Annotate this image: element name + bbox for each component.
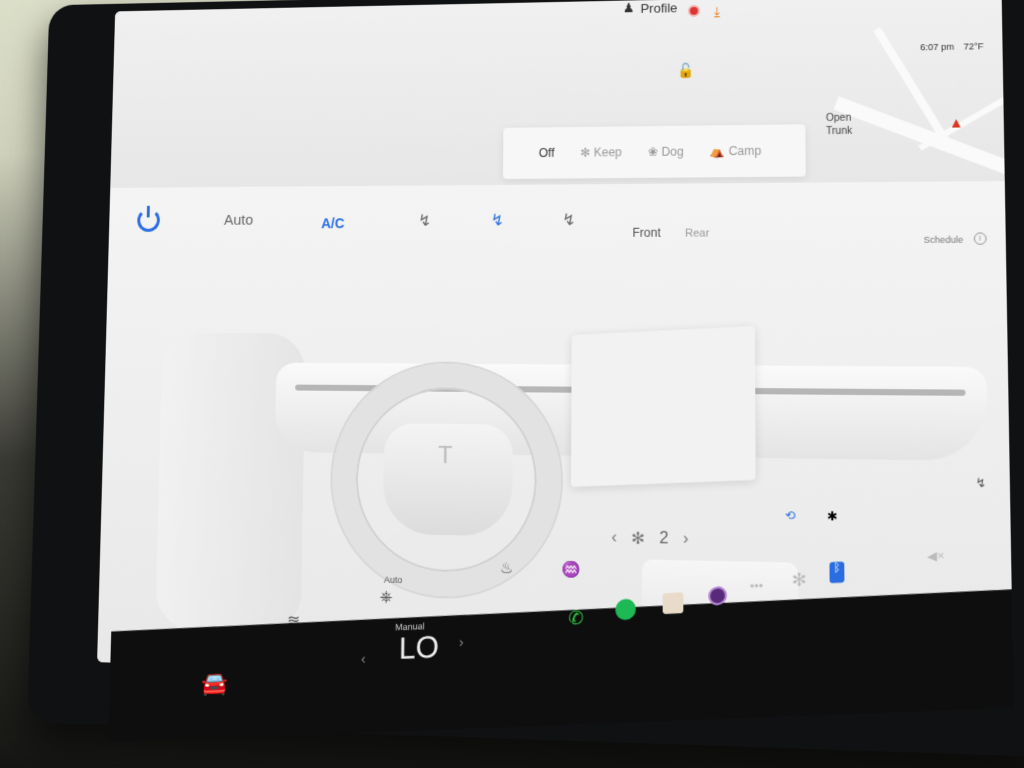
mode-camp-option[interactable]: ⛺ Camp bbox=[710, 144, 761, 159]
camera-icon[interactable] bbox=[708, 585, 727, 606]
sentry-mode-icon[interactable] bbox=[687, 4, 700, 17]
steering-heat-auto-label: Auto bbox=[383, 574, 403, 586]
fan-speed-value: 2 bbox=[659, 529, 669, 548]
display-bezel: ♟ Profile ⤓ 6:07 pm 72°F 🔓 Open Trunk ▲ … bbox=[27, 0, 1024, 757]
mode-keep-option[interactable]: ✻ Keep bbox=[580, 145, 621, 159]
tent-icon: ⛺ bbox=[709, 144, 726, 159]
fresh-air-icon[interactable]: ✱ bbox=[827, 509, 838, 524]
recirculate-icon[interactable]: ⟲ bbox=[785, 508, 796, 523]
ac-button[interactable]: A/C bbox=[321, 215, 345, 231]
mode-keep-label: Keep bbox=[593, 145, 622, 160]
fan-speed-control: ‹ ✻ 2 › bbox=[611, 528, 688, 550]
front-defrost-icon[interactable]: ♨ bbox=[500, 559, 514, 578]
cabin-temperature-value[interactable]: LO bbox=[399, 630, 439, 667]
steering-wheel-heat-icon[interactable]: ⎈ bbox=[380, 589, 393, 608]
auto-button[interactable]: Auto bbox=[224, 212, 254, 229]
mode-camp-label: Camp bbox=[728, 143, 762, 159]
profile-label: Profile bbox=[640, 0, 678, 16]
phone-icon[interactable]: ✆ bbox=[568, 607, 583, 629]
info-icon[interactable]: i bbox=[973, 232, 987, 245]
person-icon: ♟ bbox=[622, 0, 635, 16]
climate-toolbar: Auto A/C ↯ ↯ ↯ Front Rear Schedule i bbox=[109, 197, 1006, 245]
climate-fan-icon[interactable]: ✻ bbox=[792, 570, 807, 592]
clock: 6:07 pm bbox=[920, 41, 955, 53]
more-apps-icon[interactable]: ••• bbox=[750, 578, 763, 593]
car-icon[interactable]: 🚘 bbox=[201, 670, 228, 698]
fan-icon: ✻ bbox=[631, 530, 645, 549]
center-display-shape bbox=[570, 325, 756, 487]
temperature-decrease-icon[interactable]: ‹ bbox=[361, 650, 366, 667]
airflow-face-icon[interactable]: ↯ bbox=[418, 211, 431, 231]
power-icon[interactable] bbox=[137, 208, 161, 232]
rear-defrost-icon[interactable]: ♒ bbox=[562, 560, 581, 579]
map-view[interactable]: ♟ Profile ⤓ 6:07 pm 72°F 🔓 Open Trunk ▲ … bbox=[109, 0, 1014, 202]
open-trunk-button[interactable]: Open Trunk bbox=[826, 112, 852, 138]
climate-mode-selector: Off ✻ Keep ❀ Dog ⛺ Camp bbox=[502, 124, 806, 179]
unlock-icon[interactable]: 🔓 bbox=[677, 62, 695, 79]
bluetooth-icon[interactable]: ᛒ bbox=[829, 561, 845, 584]
side-airflow-icon[interactable]: ↯ bbox=[975, 475, 986, 490]
airflow-feet-icon[interactable]: ↯ bbox=[562, 210, 575, 230]
profile-button[interactable]: ♟ Profile bbox=[623, 0, 678, 16]
status-icons: ⤓ bbox=[687, 4, 720, 20]
status-bar: ♟ Profile ⤓ bbox=[114, 0, 1002, 40]
paw-icon: ❀ bbox=[647, 144, 659, 159]
defrost-controls: ♨ ♒ bbox=[500, 559, 581, 579]
tesla-logo-icon: T bbox=[437, 441, 453, 470]
airflow-face-feet-icon[interactable]: ↯ bbox=[491, 211, 504, 231]
rear-zone-button[interactable]: Rear bbox=[685, 227, 709, 239]
volume-mute-icon[interactable]: ◀× bbox=[927, 548, 945, 564]
media-app-icon[interactable] bbox=[662, 592, 684, 614]
touchscreen: ♟ Profile ⤓ 6:07 pm 72°F 🔓 Open Trunk ▲ … bbox=[97, 0, 1014, 689]
mode-dog-option[interactable]: ❀ Dog bbox=[648, 145, 684, 159]
temperature-increase-icon[interactable]: › bbox=[459, 633, 464, 650]
software-update-icon[interactable]: ⤓ bbox=[714, 4, 720, 20]
location-arrow-icon: ▲ bbox=[948, 114, 964, 131]
mode-dog-label: Dog bbox=[661, 144, 684, 159]
schedule-button[interactable]: Schedule bbox=[924, 235, 964, 245]
fan-icon: ✻ bbox=[580, 145, 591, 160]
mode-off-option[interactable]: Off bbox=[539, 146, 555, 160]
steering-hub-shape bbox=[382, 423, 513, 537]
air-source-controls: ⟲ ✱ bbox=[785, 508, 838, 523]
fan-decrease-icon[interactable]: ‹ bbox=[611, 529, 616, 548]
fan-increase-icon[interactable]: › bbox=[683, 530, 689, 549]
outside-temperature: 72°F bbox=[963, 41, 984, 52]
front-zone-button[interactable]: Front bbox=[632, 226, 660, 240]
spotify-icon[interactable] bbox=[615, 598, 636, 621]
